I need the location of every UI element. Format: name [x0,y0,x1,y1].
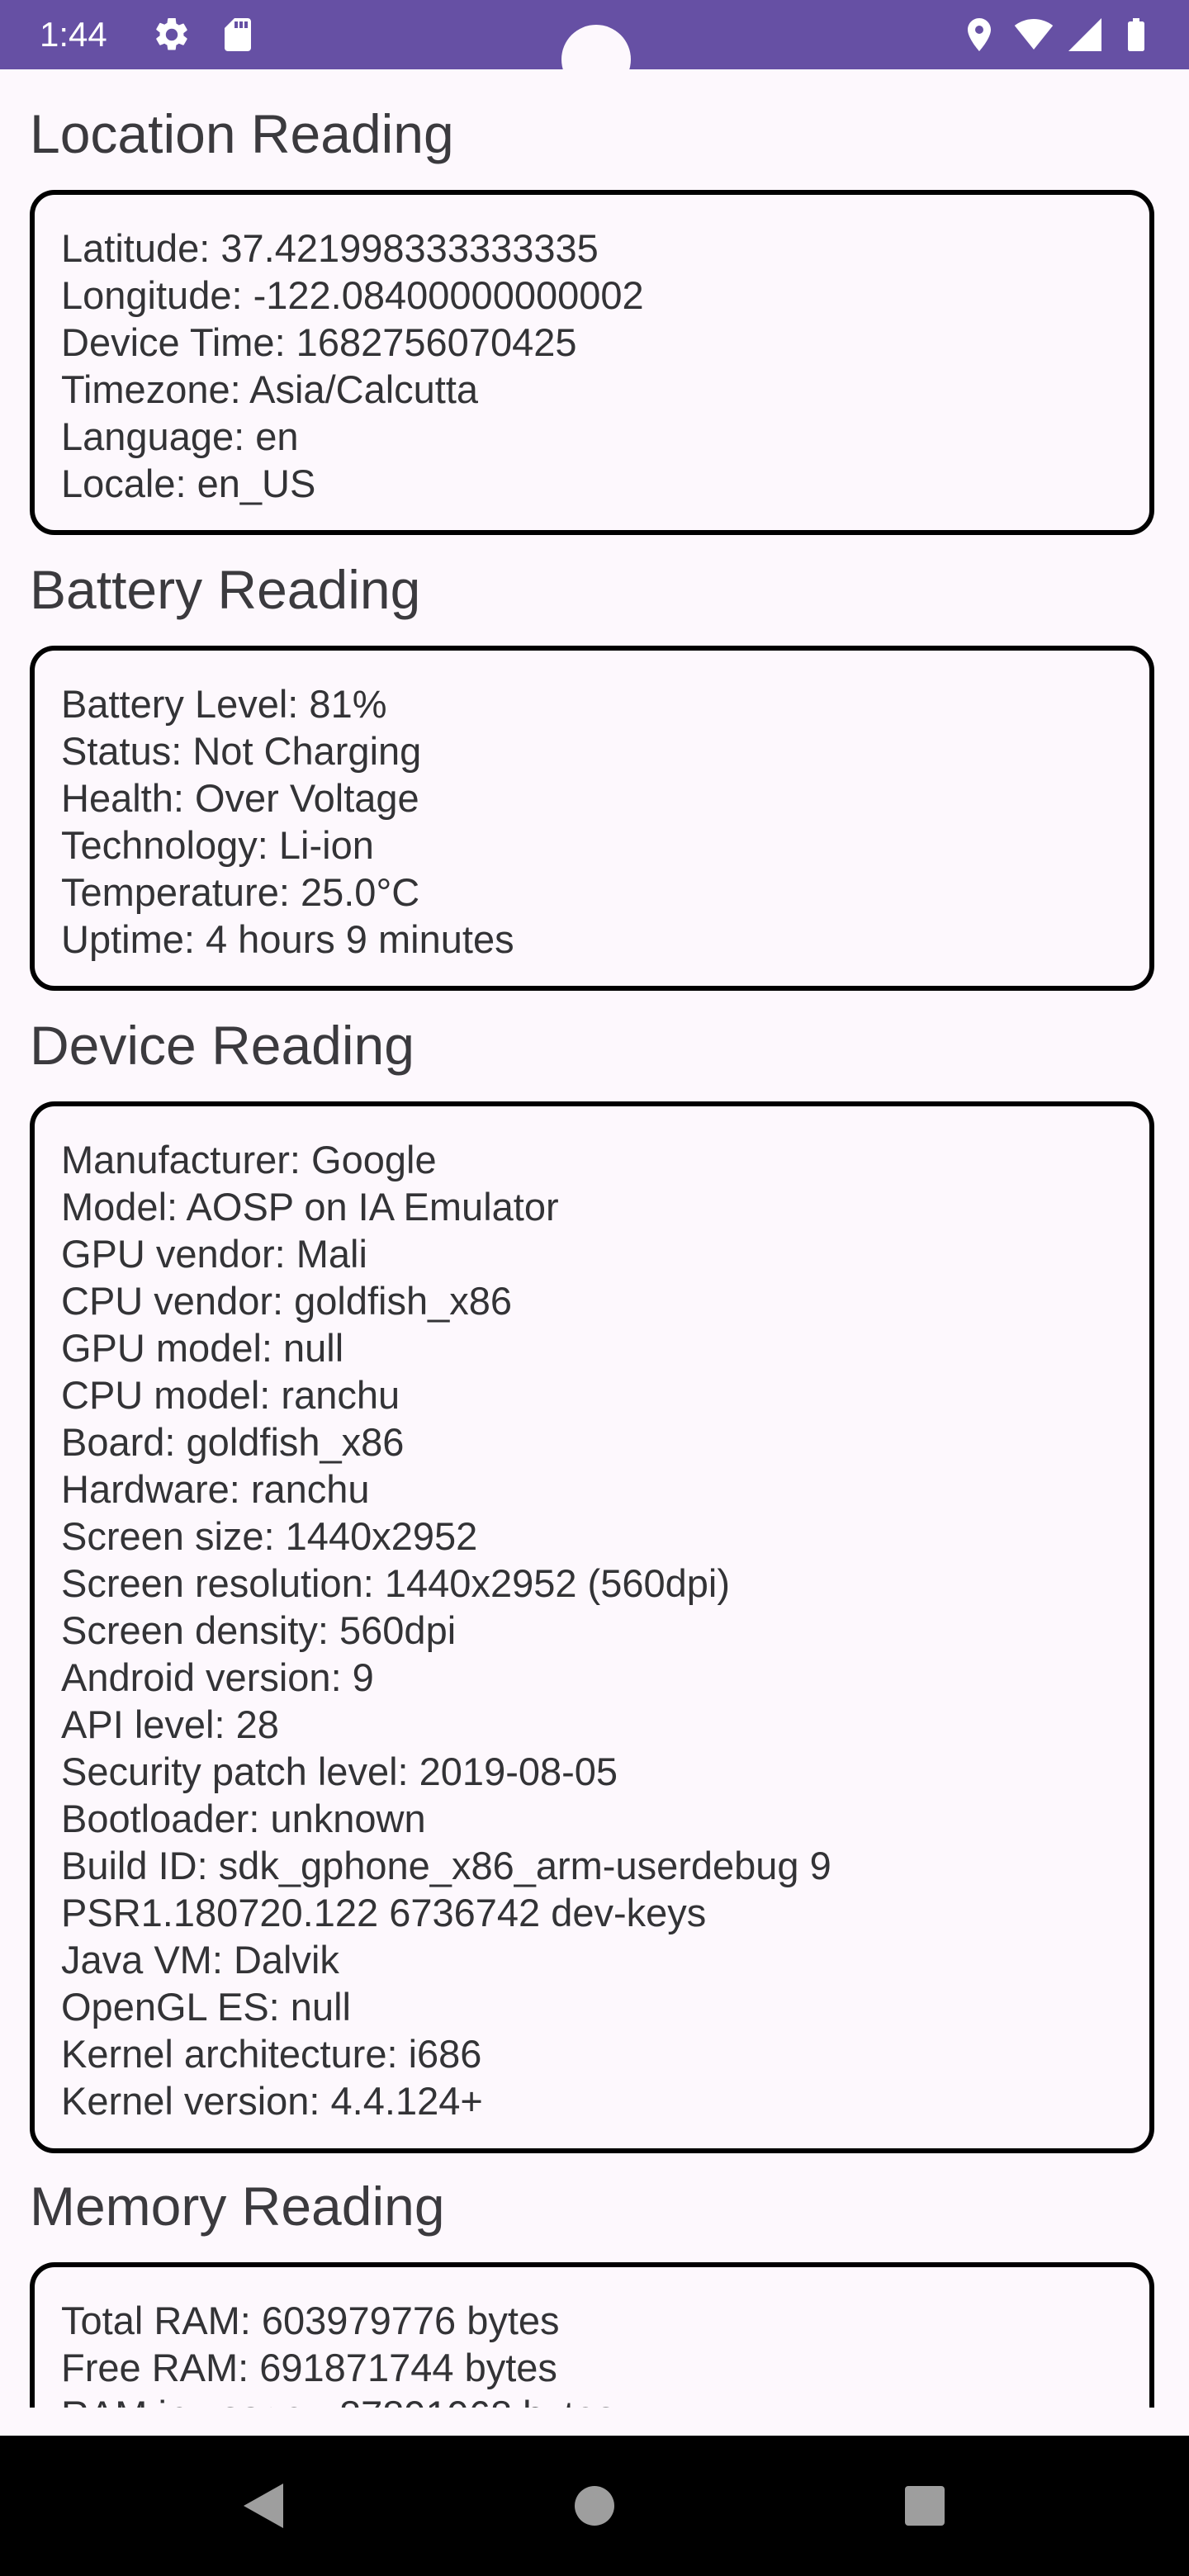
reading-line: Locale: en_US [61,462,316,505]
status-time: 1:44 [40,15,107,54]
reading-line: OpenGL ES: null [61,1985,351,2029]
reading-line: Longitude: -122.08400000000002 [61,273,644,317]
reading-line: Security patch level: 2019-08-05 [61,1750,618,1793]
status-bar: 1:44 [0,0,1189,94]
reading-line: Health: Over Voltage [61,776,419,820]
reading-line: Model: AOSP on IA Emulator [61,1185,559,1229]
reading-line: Technology: Li-ion [61,823,374,867]
battery-card: Battery Level: 81% Status: Not Charging He… [30,646,1154,991]
reading-line: Device Time: 1682756070425 [61,320,577,364]
reading-line: PSR1.180720.122 6736742 dev-keys [61,1891,707,1934]
reading-line: Build ID: sdk_gphone_x86_arm-userdebug 9 [61,1844,831,1887]
device-lines: Manufacturer: Google Model: AOSP on IA Em… [61,1136,831,2124]
back-icon [244,2484,283,2528]
memory-card: Total RAM: 603979776 bytes Free RAM: 6918… [30,2262,1154,2408]
navigation-bar [0,2436,1189,2576]
location-section-title: Location Reading [30,103,454,164]
sd-card-icon [225,18,251,51]
reading-line: API level: 28 [61,1702,279,1746]
reading-line: Temperature: 25.0°C [61,870,420,914]
reading-line: Language: en [61,414,299,458]
reading-line: CPU model: ranchu [61,1373,400,1417]
recents-icon [905,2486,945,2526]
reading-line: Kernel architecture: i686 [61,2032,482,2076]
location-lines: Latitude: 37.421998333333335 Longitude: -… [61,225,644,507]
location-card: Latitude: 37.421998333333335 Longitude: -… [30,190,1154,535]
battery-section-title: Battery Reading [30,559,421,620]
reading-line: Status: Not Charging [61,729,422,773]
reading-line: Uptime: 4 hours 9 minutes [61,917,514,961]
reading-line: Timezone: Asia/Calcutta [61,367,479,411]
reading-line: Java VM: Dalvik [61,1938,339,1982]
location-icon [968,18,991,51]
device-card: Manufacturer: Google Model: AOSP on IA Em… [30,1101,1154,2153]
readings-content[interactable]: Location Reading Latitude: 37.4219983333… [0,69,1189,2408]
reading-line: Manufacturer: Google [61,1138,437,1181]
reading-line: Screen density: 560dpi [61,1608,457,1652]
reading-line: Bootloader: unknown [61,1797,426,1840]
reading-line: Total RAM: 603979776 bytes [61,2299,560,2342]
memory-section-title: Memory Reading [30,2176,445,2237]
reading-line: Kernel version: 4.4.124+ [61,2079,483,2123]
reading-line: GPU vendor: Mali [61,1232,367,1276]
reading-line: GPU model: null [61,1326,344,1370]
reading-line: Hardware: ranchu [61,1467,370,1511]
battery-icon [1128,18,1144,51]
recents-button[interactable] [855,2436,995,2576]
device-section-title: Device Reading [30,1015,414,1076]
reading-line: Board: goldfish_x86 [61,1420,405,1464]
battery-lines: Battery Level: 81% Status: Not Charging He… [61,680,514,963]
memory-lines: Total RAM: 603979776 bytes Free RAM: 6918… [61,2297,615,2408]
reading-line: Screen resolution: 1440x2952 (560dpi) [61,1561,730,1605]
home-icon [575,2486,614,2526]
reading-line: Android version: 9 [61,1655,374,1699]
wifi-icon [1014,19,1054,50]
home-button[interactable] [524,2436,665,2576]
back-button[interactable] [193,2436,334,2576]
gear-icon [156,17,187,50]
reading-line: Free RAM: 691871744 bytes [61,2346,557,2389]
reading-line: CPU vendor: goldfish_x86 [61,1279,513,1323]
reading-line: RAM in usage: -87891968 bytes [61,2391,615,2408]
reading-line: Screen size: 1440x2952 [61,1514,478,1558]
reading-line: Battery Level: 81% [61,682,387,726]
reading-line: Latitude: 37.421998333333335 [61,226,599,270]
signal-icon [1068,18,1101,51]
